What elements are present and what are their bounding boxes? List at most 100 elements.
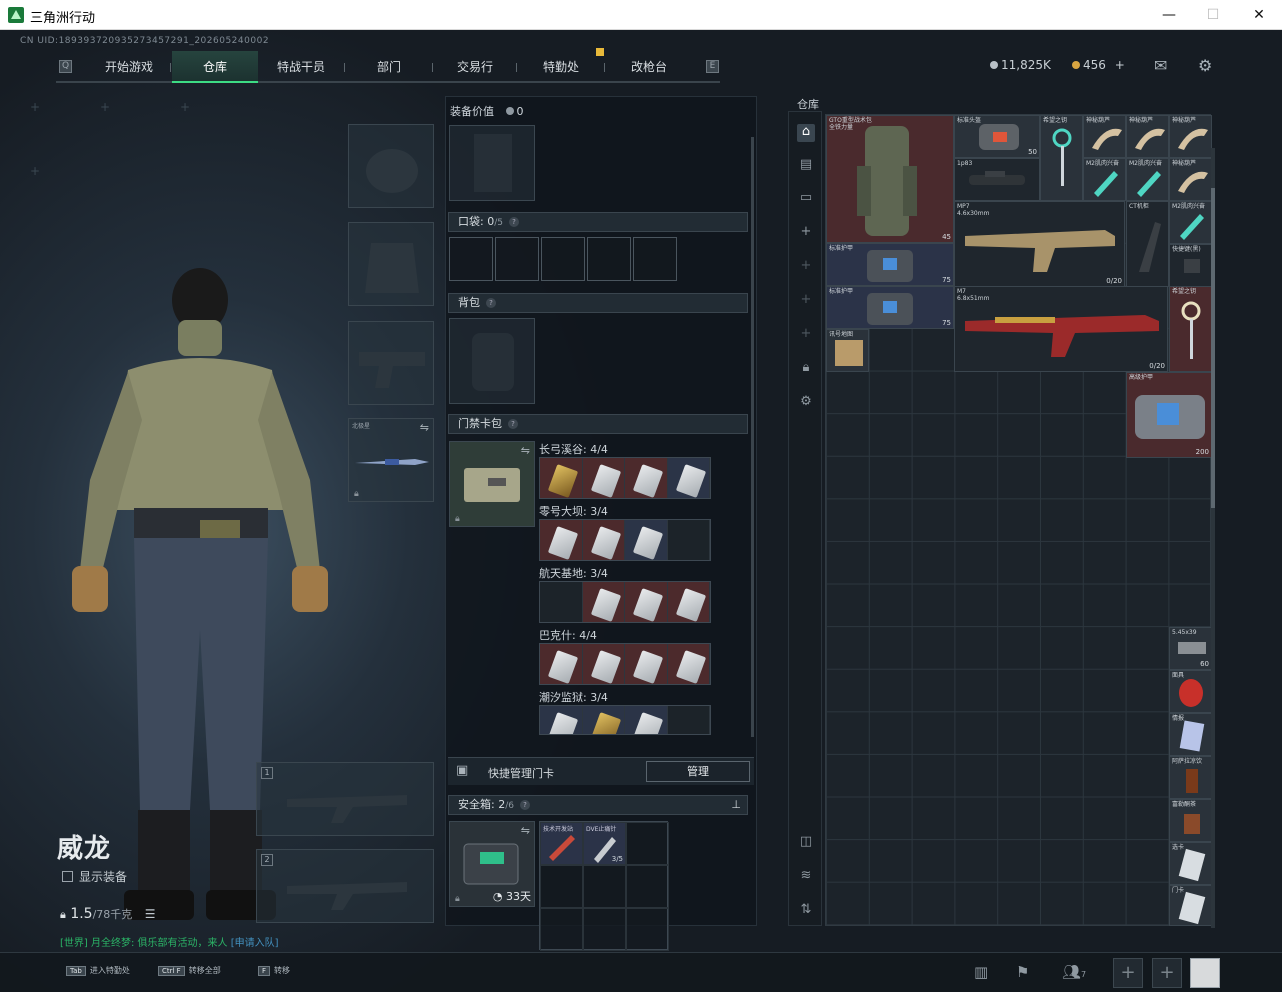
warehouse-scrollbar[interactable] [1211,148,1215,928]
lock-icon[interactable]: 🔒︎ [797,360,815,378]
tab-trade-market[interactable]: 交易行 [434,51,516,83]
warehouse-item[interactable]: M7 6.8x51mm 0/20 [954,286,1168,372]
warehouse-item[interactable]: 富勒酮茶 [1169,799,1212,842]
checkbox[interactable] [62,871,73,882]
warehouse-item[interactable]: 面具 [1169,670,1212,713]
warehouse-item[interactable]: GTO重型战术包 全铁力量 45 [826,115,954,243]
tab-warehouse[interactable]: 仓库 [172,51,258,83]
coupon-balance[interactable]: 456 + [1072,58,1125,72]
keycard[interactable] [582,458,625,498]
warehouse-item[interactable]: MP7 4.6x30mm 0/20 [954,201,1125,287]
safe-empty-slot[interactable] [583,908,626,951]
maximize-button[interactable]: ☐ [1190,0,1236,30]
show-equipment-toggle[interactable]: 显示装备 [62,868,127,885]
keycard[interactable] [540,520,583,560]
stats-icon[interactable]: ▥ [974,963,988,981]
melee-slot[interactable]: 北极星 ⇋ 🔒︎ [348,418,434,502]
keycard[interactable] [625,644,668,684]
warehouse-item[interactable]: 标准护甲 75 [826,243,954,286]
folder-icon[interactable]: ▭ [797,190,815,208]
add-tab-icon[interactable]: + [797,292,815,310]
keycard-case-slot[interactable]: ⇋ 🔒︎ [449,441,535,527]
warehouse-item[interactable]: 快捷键(黑) [1169,244,1212,287]
keycard[interactable] [582,520,625,560]
swap-icon[interactable]: ⇋ [521,824,530,837]
keycard-empty-slot[interactable] [667,706,710,734]
warehouse-item[interactable]: 神秘葫芦 [1083,115,1126,158]
warehouse-item[interactable]: M2肌肉兴奋 [1169,201,1212,244]
warehouse-item[interactable]: 情报 [1169,713,1212,756]
warehouse-item[interactable]: 神秘葫芦 [1126,115,1169,158]
safe-empty-slot[interactable] [626,822,669,865]
armor-slot[interactable] [348,222,434,306]
close-button[interactable]: ✕ [1236,0,1282,30]
pin-icon[interactable]: ⊥ [731,796,741,814]
keycard-empty-slot[interactable] [540,582,583,622]
warehouse-item[interactable]: 讯号地图 [826,329,869,372]
warehouse-item[interactable]: 标准护甲 75 [826,286,954,329]
warehouse-item[interactable]: 1p83 [954,158,1040,201]
safe-item[interactable]: 技术开发站 [540,822,583,865]
safe-empty-slot[interactable] [626,908,669,951]
warehouse-item[interactable]: 希望之钥 [1169,286,1212,372]
hotkey-hint[interactable]: Tab 进入特勤处 [66,965,130,976]
invite-slot-button[interactable]: + [1113,958,1143,988]
keycard[interactable] [625,458,668,498]
layers-icon[interactable]: ≋ [797,868,815,886]
minimize-button[interactable]: — [1146,0,1192,30]
tab-department[interactable]: 部门 [346,51,432,83]
pocket-slot[interactable] [541,237,585,281]
warehouse-item[interactable]: CT机柜 [1126,201,1169,287]
nav-next-key[interactable]: E [706,60,719,73]
pocket-slot[interactable] [449,237,493,281]
panel-scrollbar[interactable] [751,137,754,737]
invite-slot-button[interactable]: + [1152,958,1182,988]
gear-icon[interactable]: ⚙ [1198,56,1212,75]
friends-icon[interactable]: 👥︎7 [1062,963,1086,981]
safe-box-slot[interactable]: ⇋ 🔒︎ ◔ 33天 [449,821,535,907]
warehouse-item[interactable]: 高级护甲 200 [1126,372,1212,458]
keycard[interactable] [582,706,625,734]
keycard[interactable] [667,644,710,684]
safe-empty-slot[interactable] [540,908,583,951]
haf-coin-balance[interactable]: 11,825K [990,58,1051,72]
pocket-slot[interactable] [633,237,677,281]
nav-prev-key[interactable]: Q [59,60,72,73]
keycard[interactable] [667,582,710,622]
gear-icon[interactable]: ⚙ [797,394,815,412]
primary-weapon-slot-1[interactable]: 1 [256,762,434,836]
chat-line[interactable]: [世界] 月全终梦: 俱乐部有活动，来人 [申请入队] [60,934,279,949]
add-tab-icon[interactable]: + [797,326,815,344]
warehouse-item[interactable]: 门卡 [1169,885,1212,926]
tab-gunsmith[interactable]: 改枪台 [606,51,692,83]
safe-empty-slot[interactable] [626,865,669,908]
hotkey-hint[interactable]: Ctrl F 转移全部 [158,965,221,976]
warehouse-item[interactable]: 标准头盔 50 [954,115,1040,158]
keycard[interactable] [582,582,625,622]
pocket-slot[interactable] [587,237,631,281]
keycard[interactable] [540,644,583,684]
keycard[interactable] [540,458,583,498]
avatar[interactable] [1190,958,1220,988]
keycard[interactable] [540,706,583,734]
sort-icon[interactable]: ◫ [797,834,815,852]
warehouse-item[interactable]: M2肌肉兴奋 [1126,158,1169,201]
tidy-icon[interactable]: ⇅ [797,902,815,920]
hotkey-hint[interactable]: F 转移 [258,965,290,976]
warehouse-item[interactable]: 希望之钥 [1040,115,1083,201]
warehouse-item[interactable]: 阿萨拉凉饮 [1169,756,1212,799]
warehouse-item[interactable]: 选卡 [1169,842,1212,885]
warehouse-item[interactable]: 神秘葫芦 [1169,115,1212,158]
manage-keycards-button[interactable]: 管理 [646,761,750,782]
tab-operators[interactable]: 特战干员 [258,51,344,83]
keycard-empty-slot[interactable] [667,520,710,560]
helmet-slot[interactable] [348,124,434,208]
warehouse-item[interactable]: 神秘葫芦 [1169,158,1212,201]
keycard[interactable] [667,458,710,498]
safe-empty-slot[interactable] [540,865,583,908]
pistol-slot[interactable] [348,321,434,405]
list-icon[interactable]: ☰ [145,907,156,921]
warehouse-item[interactable]: M2肌肉兴奋 [1083,158,1126,201]
mail-icon[interactable]: ✉ [1154,56,1167,75]
keycard[interactable] [625,582,668,622]
